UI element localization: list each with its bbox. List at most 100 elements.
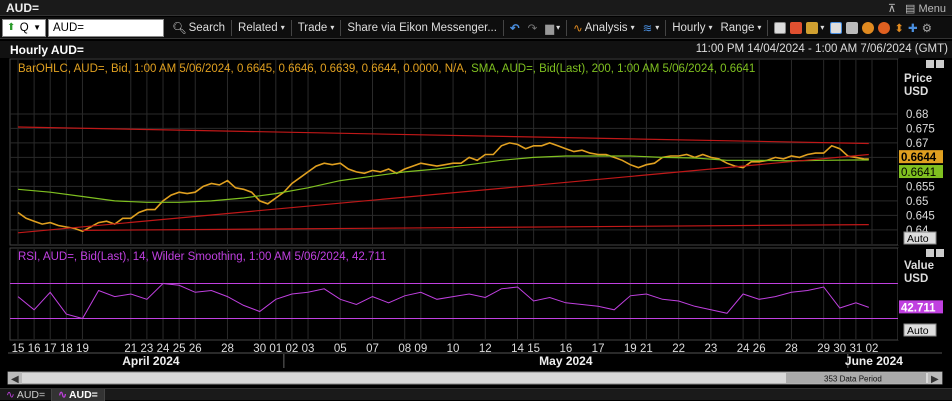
price-pane-minimize-icon[interactable]	[926, 60, 934, 68]
rsi-pane-minimize-icon[interactable]	[926, 249, 934, 257]
folder-icon: ▆	[545, 22, 555, 35]
share-label: Share via Eikon Messenger...	[347, 21, 497, 34]
x-tick-label: 07	[366, 343, 379, 355]
trade-menu[interactable]: Trade ▾	[294, 17, 339, 38]
undo-button[interactable]: ↶	[506, 17, 524, 38]
window-icon[interactable]	[830, 21, 843, 34]
chart-settings-icon[interactable]	[806, 21, 819, 34]
dropdown-arrow-icon: ▾	[556, 23, 561, 32]
x-tick-label: 21	[640, 343, 653, 355]
chevron-down-icon: ▼	[33, 23, 41, 32]
dropdown-arrow-icon: ▾	[280, 23, 285, 32]
analysis-menu[interactable]: ∿ Analysis ▾	[569, 17, 638, 38]
dropdown-arrow-icon: ▾	[757, 23, 762, 32]
related-label: Related	[238, 21, 278, 34]
toolbar: ⬆ Q ▼ AUD= 🔍︎ Search Related ▾ Trade ▾ Sha…	[0, 17, 952, 39]
rsi-axis-unit: USD	[904, 273, 928, 285]
month-label: June 2024	[845, 354, 903, 368]
rsi-legend: RSI, AUD=, Bid(Last), 14, Wilder Smoothi…	[18, 251, 386, 263]
share-button[interactable]: Share via Eikon Messenger...	[343, 17, 501, 38]
crosshair-icon[interactable]: ✚	[908, 21, 918, 35]
redo-button[interactable]: ↷	[524, 17, 542, 38]
dropdown-arrow-icon: ▾	[330, 23, 335, 32]
scrollbar-label: 353 Data Period	[824, 375, 882, 384]
zoom-in-icon[interactable]	[862, 21, 875, 34]
x-tick-label: 09	[414, 343, 427, 355]
price-auto-label: Auto	[907, 233, 929, 245]
range-menu[interactable]: Range ▾	[716, 17, 765, 38]
x-tick-label: 24	[737, 343, 750, 355]
pin-icon[interactable]: ⊼	[888, 3, 896, 15]
chart-type-menu[interactable]: ≋ ▾	[639, 17, 664, 38]
x-tick-label: 22	[672, 343, 685, 355]
x-tick-label: 03	[302, 343, 315, 355]
x-tick-label: 12	[479, 343, 492, 355]
ric-type-selector[interactable]: ⬆ Q ▼	[2, 18, 46, 37]
price-pane[interactable]	[9, 58, 899, 246]
search-button[interactable]: 🔍︎ Search	[168, 17, 229, 38]
price-tick-label: 0.645	[906, 210, 935, 222]
month-label: May 2024	[539, 354, 593, 368]
chart-svg[interactable]: 0.680.6750.670.6650.660.6550.650.6450.64…	[4, 58, 946, 388]
dropdown-arrow-icon: ▾	[708, 23, 713, 32]
month-label: April 2024	[122, 354, 180, 368]
price-tick-label: 0.65	[906, 196, 928, 208]
rsi-pane-close-icon[interactable]	[936, 249, 944, 257]
tab-aud-1[interactable]: ∿ AUD=	[0, 388, 53, 401]
x-tick-label: 30	[253, 343, 266, 355]
chart-type-icon: ≋	[642, 22, 653, 35]
x-tick-label: 28	[785, 343, 798, 355]
price-tick-label: 0.655	[906, 181, 935, 193]
dropdown-arrow-icon: ▾	[820, 23, 825, 32]
x-tick-label: 01	[269, 343, 282, 355]
last-price-label: 0.6644	[901, 152, 937, 164]
window-titlebar: AUD= ⊼ ▤ Menu	[0, 0, 952, 16]
x-tick-label: 19	[624, 343, 637, 355]
redo-icon: ↷	[527, 22, 538, 35]
x-tick-label: 10	[447, 343, 460, 355]
zoom-out-icon[interactable]	[878, 21, 891, 34]
settings-icon[interactable]: ⚙	[922, 21, 932, 35]
window-title: AUD=	[6, 1, 40, 15]
menu-button[interactable]: ⊼ ▤ Menu	[888, 2, 946, 15]
interval-menu[interactable]: Hourly ▾	[668, 17, 716, 38]
analysis-label: Analysis	[584, 21, 628, 34]
x-tick-label: 14	[511, 343, 524, 355]
search-label: Search	[188, 21, 226, 34]
price-pane-close-icon[interactable]	[936, 60, 944, 68]
tab-aud-2-label: AUD=	[68, 388, 98, 401]
x-tick-label: 08	[398, 343, 411, 355]
price-tick-label: 0.67	[906, 138, 928, 150]
chart-date-range: 11:00 PM 14/04/2024 - 1:00 AM 7/06/2024 …	[695, 43, 948, 55]
divider	[566, 19, 568, 36]
price-tick-label: 0.675	[906, 123, 935, 135]
chart-area[interactable]: 0.680.6750.670.6650.660.6550.650.6450.64…	[4, 58, 946, 388]
rsi-auto-label: Auto	[907, 325, 929, 337]
print-icon[interactable]	[846, 21, 859, 34]
divider	[231, 19, 233, 36]
trade-label: Trade	[297, 21, 328, 34]
ric-input[interactable]: AUD=	[48, 18, 164, 37]
x-tick-label: 15	[12, 343, 25, 355]
x-tick-label: 26	[753, 343, 766, 355]
price-tick-label: 0.68	[906, 109, 928, 121]
dropdown-arrow-icon: ▾	[655, 23, 660, 32]
scroll-right-icon: ▶	[931, 374, 939, 385]
last-rsi-label: 42.711	[901, 302, 936, 314]
divider	[767, 19, 769, 36]
scroll-up-down-icon[interactable]: ⬍	[894, 21, 904, 35]
x-tick-label: 18	[60, 343, 73, 355]
price-axis-title: Price	[904, 73, 932, 85]
analysis-icon: ∿	[573, 22, 583, 35]
folder-button[interactable]: ▆ ▾	[541, 17, 564, 38]
divider	[665, 19, 667, 36]
tab-aud-2[interactable]: ∿ AUD=	[52, 388, 105, 401]
x-tick-label: 17	[44, 343, 57, 355]
calendar-icon[interactable]	[774, 21, 787, 34]
x-tick-label: 29	[817, 343, 830, 355]
related-menu[interactable]: Related ▾	[234, 17, 289, 38]
chart-header: Hourly AUD= 11:00 PM 14/04/2024 - 1:00 A…	[0, 41, 952, 58]
chart-title: Hourly AUD=	[10, 43, 84, 57]
chart-compare-icon[interactable]	[790, 21, 803, 34]
divider	[340, 19, 342, 36]
